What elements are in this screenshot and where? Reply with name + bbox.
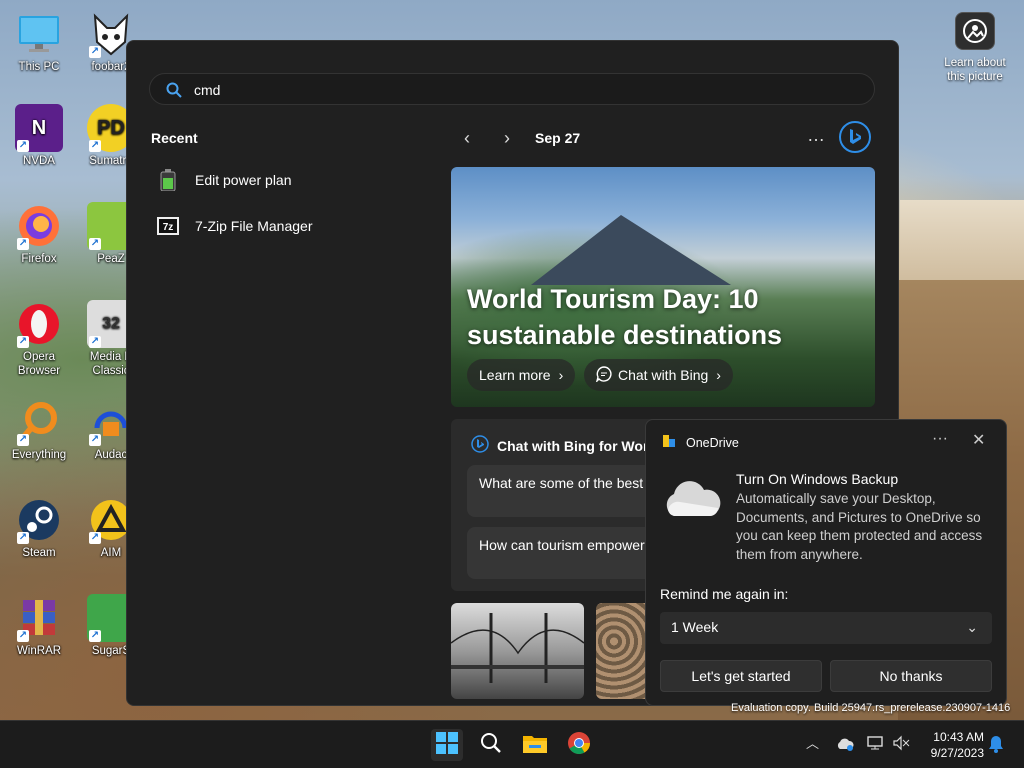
search-icon (166, 82, 182, 103)
desktop-icon-label: AIM (100, 547, 122, 559)
winrar-icon: ↗ (15, 594, 63, 642)
desktop-icon-label: Everything (11, 449, 67, 461)
hero-mountain (531, 215, 731, 285)
onedrive-app-icon (662, 434, 676, 451)
chevron-down-icon: ⌄ (966, 619, 978, 635)
desktop-icon-label: PeaZ (97, 253, 125, 265)
remind-label: Remind me again in: (660, 586, 789, 602)
desktop-icon-label: WinRAR (16, 645, 62, 657)
magnifier-icon: ↗ (15, 398, 63, 446)
camera-icon (955, 12, 995, 50)
onedrive-tray-icon[interactable] (836, 737, 854, 754)
chrome-icon (567, 731, 591, 760)
chevron-right-icon: › (716, 367, 721, 383)
notification-header: OneDrive (662, 434, 739, 451)
taskbar-clock[interactable]: 10:43 AM 9/27/2023 (912, 729, 984, 761)
volume-muted-icon[interactable] (892, 735, 910, 754)
search-input[interactable]: cmd (194, 82, 220, 98)
desktop-icon-nvda[interactable]: N ↗ NVDA (4, 104, 74, 168)
start-button[interactable] (431, 729, 463, 761)
close-icon[interactable]: ✕ (972, 430, 985, 450)
steam-icon: ↗ (15, 496, 63, 544)
previous-button[interactable]: ‹ (455, 129, 479, 149)
svg-text:7z: 7z (163, 222, 174, 233)
desktop-icon-label: Firefox (21, 253, 57, 265)
chevron-right-icon: › (558, 367, 564, 383)
search-button[interactable] (475, 729, 507, 761)
desktop-icon-label: Steam (22, 547, 56, 559)
clock-date: 9/27/2023 (930, 746, 984, 760)
chat-card-title-text: Chat with Bing for Worl (497, 437, 653, 454)
learn-more-button[interactable]: Learn more › (467, 359, 576, 391)
notification-more-icon[interactable]: ··· (932, 430, 948, 448)
learn-about-label: Learn about this picture (944, 57, 1006, 83)
desktop-icon-winrar[interactable]: ↗ WinRAR (4, 594, 74, 658)
cloud-icon (660, 476, 722, 525)
feed-date: Sep 27 (535, 130, 581, 146)
evaluation-watermark: Evaluation copy. Build 25947.rs_prerelea… (731, 702, 1011, 714)
desktop-icon-label: NVDA (23, 155, 55, 167)
notification-title: Turn On Windows Backup (736, 471, 899, 487)
file-explorer-button[interactable] (519, 729, 551, 761)
onedrive-notification: OneDrive ··· ✕ Turn On Windows Backup Au… (645, 419, 1007, 706)
next-button[interactable]: › (495, 129, 519, 149)
folder-icon (523, 733, 547, 758)
desktop-icon-label: Opera Browser (17, 351, 61, 377)
monitor-icon (15, 10, 63, 58)
chrome-button[interactable] (563, 729, 595, 761)
windows-logo-icon (436, 731, 458, 759)
remind-dropdown[interactable]: 1 Week ⌄ (660, 612, 992, 644)
firefox-icon: ↗ (15, 202, 63, 250)
nvda-icon: N ↗ (15, 104, 63, 152)
desktop-icon-label: Audac (94, 449, 128, 461)
battery-icon (157, 169, 179, 191)
hero-title: World Tourism Day: 10 sustainable destin… (467, 284, 783, 350)
search-icon (480, 732, 502, 759)
desktop-icon-opera[interactable]: ↗ Opera Browser (4, 300, 74, 378)
desktop-icon-label: This PC (18, 61, 60, 73)
recent-heading: Recent (151, 130, 198, 146)
notification-app-name: OneDrive (686, 435, 739, 450)
desktop-icon-this-pc[interactable]: This PC (4, 10, 74, 74)
taskbar: ︿ 10:43 AM 9/27/2023 (0, 720, 1024, 768)
opera-icon: ↗ (15, 300, 63, 348)
hero-card[interactable]: World Tourism Day: 10 sustainable destin… (451, 167, 875, 407)
bing-icon[interactable] (839, 121, 871, 153)
bing-icon (471, 435, 489, 456)
more-options-button[interactable]: … (803, 125, 829, 146)
search-box[interactable]: cmd (149, 73, 875, 105)
lets-get-started-button[interactable]: Let's get started (660, 660, 822, 692)
clock-time: 10:43 AM (933, 730, 984, 744)
remind-dropdown-value: 1 Week (671, 619, 719, 635)
recent-item-7zip[interactable]: 7z 7-Zip File Manager (157, 209, 417, 243)
chevron-up-icon[interactable]: ︿ (806, 733, 819, 752)
7zip-icon: 7z (157, 215, 179, 237)
network-icon[interactable] (866, 735, 884, 754)
chat-with-bing-button[interactable]: Chat with Bing › (584, 359, 733, 391)
notification-body: Automatically save your Desktop, Documen… (736, 491, 983, 562)
recent-item-edit-power-plan[interactable]: Edit power plan (157, 163, 417, 197)
wallpaper-buildings (900, 200, 1024, 290)
desktop-icon-firefox[interactable]: ↗ Firefox (4, 202, 74, 266)
recent-item-label: Edit power plan (195, 172, 292, 188)
desktop-icon-steam[interactable]: ↗ Steam (4, 496, 74, 560)
bing-chat-card-title: Chat with Bing for Worl (471, 435, 652, 456)
notification-bell-icon[interactable] (988, 735, 1004, 756)
no-thanks-button[interactable]: No thanks (830, 660, 992, 692)
desktop-icon-everything[interactable]: ↗ Everything (4, 398, 74, 462)
desktop-icon-label: SugarS (91, 645, 131, 657)
learn-about-picture[interactable]: Learn about this picture (940, 12, 1010, 84)
desktop-icon-label: foobar2 (91, 61, 131, 73)
recent-item-label: 7-Zip File Manager (195, 218, 313, 234)
chat-bubble-icon (595, 365, 612, 385)
chat-with-bing-label: Chat with Bing (618, 367, 709, 383)
learn-more-label: Learn more (479, 367, 551, 383)
news-thumbnail-bridge[interactable] (451, 603, 584, 699)
